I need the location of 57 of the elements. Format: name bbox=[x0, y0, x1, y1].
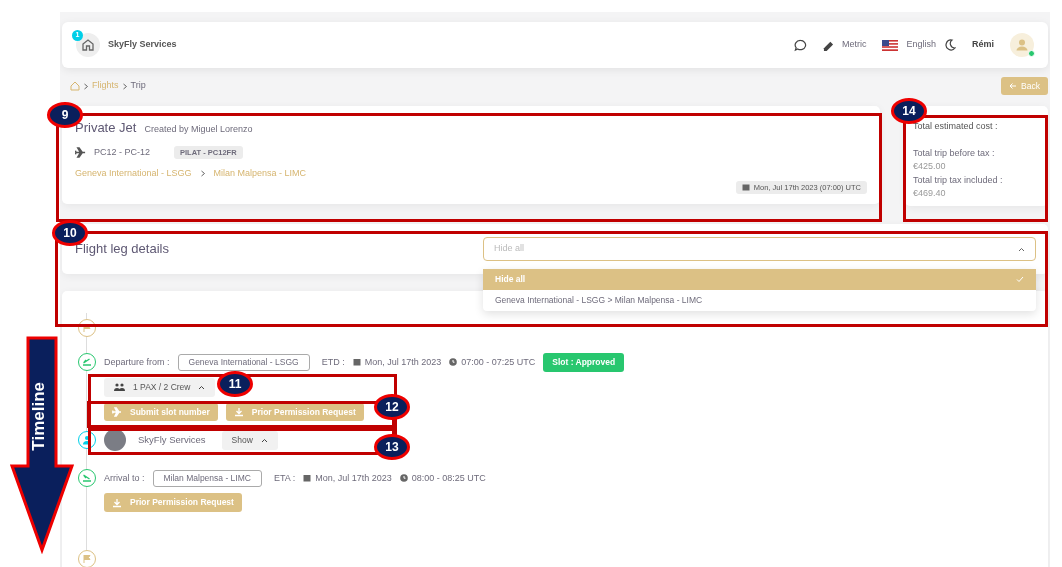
trip-title: Private Jet bbox=[75, 119, 137, 137]
units-toggle[interactable]: Metric bbox=[841, 38, 867, 52]
arrival-airport-link[interactable]: Milan Malpensa - LIMC bbox=[213, 167, 307, 181]
cost-label: Total trip before tax : bbox=[913, 146, 996, 160]
company-logo bbox=[104, 429, 126, 452]
arrival-date: Mon, Jul 17th 2023 bbox=[315, 471, 392, 485]
arrow-left-icon bbox=[1009, 82, 1018, 90]
download-icon bbox=[233, 406, 244, 417]
departure-date: Mon, Jul 17th 2023 bbox=[364, 355, 442, 369]
check-icon bbox=[1016, 276, 1024, 283]
caret-icon bbox=[198, 384, 206, 390]
moon-icon[interactable] bbox=[944, 39, 956, 51]
plane-icon bbox=[75, 146, 86, 158]
calendar-icon bbox=[741, 183, 750, 192]
chat-icon[interactable] bbox=[793, 38, 807, 52]
caret-icon bbox=[1018, 246, 1025, 252]
departure-airport-field: Geneva International - LSGG bbox=[177, 354, 310, 371]
arrival-airport-field: Milan Malpensa - LIMC bbox=[152, 469, 262, 487]
brand-name: SkyFly Services bbox=[108, 38, 177, 52]
aircraft-text: PC12 - PC-12 bbox=[94, 145, 151, 159]
timeline-label: Timeline bbox=[30, 382, 47, 451]
calendar-icon bbox=[352, 358, 361, 367]
cost-value: €469.40 bbox=[913, 187, 947, 200]
arrival-time: 08:00 - 08:25 UTC bbox=[411, 471, 486, 485]
caret-icon bbox=[260, 437, 268, 443]
action-button[interactable]: Prior Permission Request bbox=[104, 493, 242, 512]
home-icon[interactable] bbox=[76, 33, 100, 57]
breadcrumb-current: Trip bbox=[130, 79, 146, 93]
cost-label: Total trip tax included : bbox=[913, 173, 1004, 187]
etd-label: ETD : bbox=[321, 355, 345, 369]
clock-icon bbox=[399, 474, 408, 483]
calendar-icon bbox=[303, 474, 312, 483]
user-name: Rémi bbox=[972, 38, 994, 52]
eta-label: ETA : bbox=[273, 471, 296, 485]
departure-airport-link[interactable]: Geneva International - LSGG bbox=[75, 167, 192, 181]
passenger-crew-toggle[interactable]: 1 PAX / 2 Crew bbox=[104, 377, 216, 397]
people-icon bbox=[114, 383, 125, 392]
departure-time: 07:00 - 07:25 UTC bbox=[461, 355, 536, 369]
cost-value: €425.00 bbox=[913, 160, 947, 173]
clock-icon bbox=[449, 358, 458, 367]
arrival-label: Arrival to : bbox=[104, 471, 145, 485]
back-button[interactable]: Back bbox=[1001, 76, 1048, 96]
chevron-right-icon bbox=[199, 170, 206, 178]
plane-takeoff-icon bbox=[82, 357, 92, 368]
created-by-text: Created by Miguel Lorenzo bbox=[144, 123, 253, 136]
plane-landing-icon bbox=[82, 473, 92, 484]
language-selector[interactable]: English bbox=[906, 38, 936, 52]
plane-icon bbox=[112, 406, 122, 417]
breadcrumb-link[interactable]: Flights bbox=[92, 79, 119, 93]
handler-name: SkyFly Services bbox=[138, 433, 206, 448]
flag-icon bbox=[82, 554, 92, 564]
dropdown-option[interactable]: Hide all bbox=[483, 269, 1036, 290]
flag-icon bbox=[882, 39, 899, 51]
download-icon bbox=[112, 497, 122, 508]
departure-label: Departure from : bbox=[104, 355, 170, 369]
dropdown-option[interactable]: Geneva International - LSGG > Milan Malpensa - LIMC bbox=[483, 290, 1036, 311]
slot-status-badge: Slot : Approved bbox=[543, 353, 625, 372]
